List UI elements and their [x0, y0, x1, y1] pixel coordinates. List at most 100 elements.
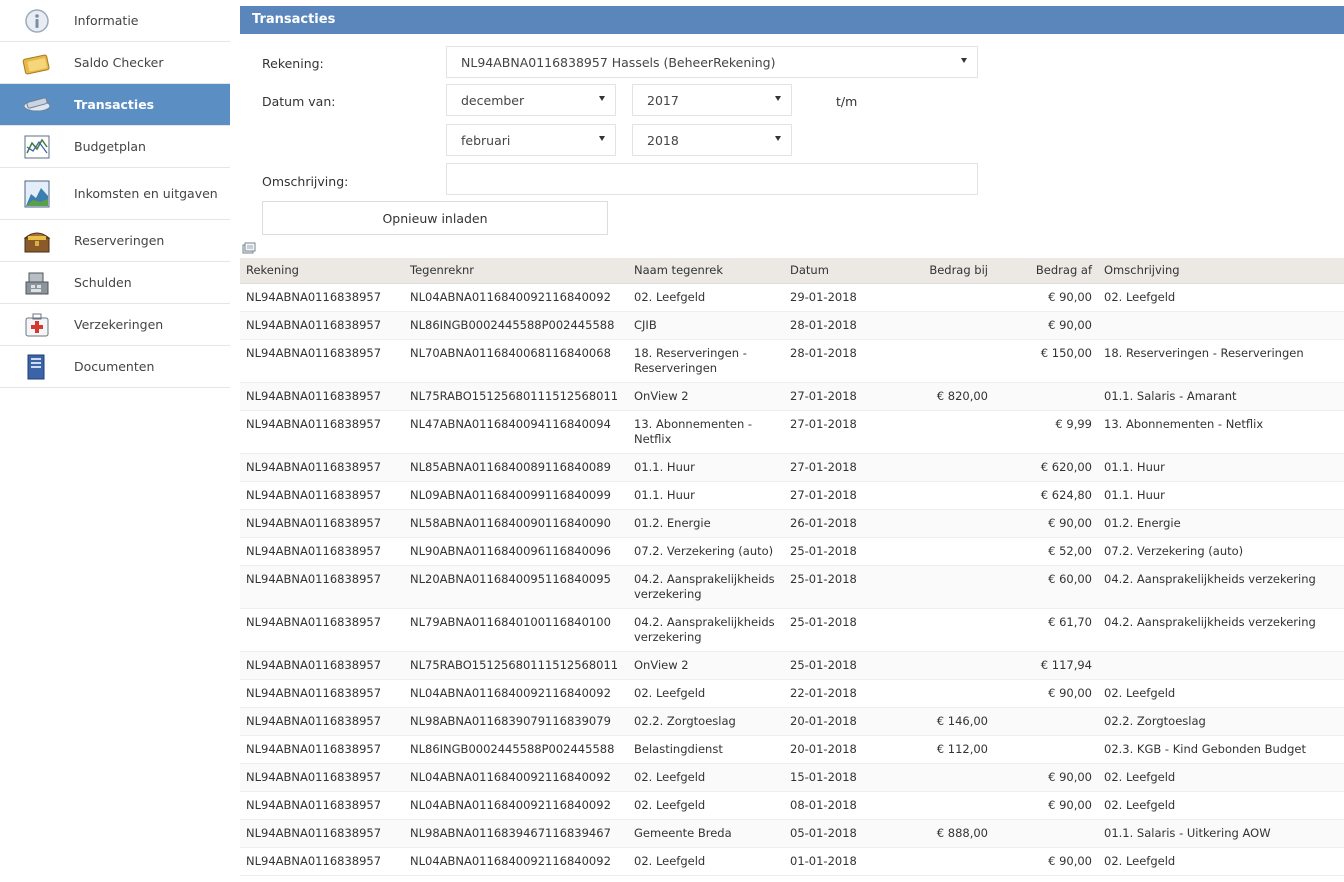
documents-icon: [20, 352, 54, 382]
cell-datum: 20-01-2018: [784, 707, 884, 736]
sidebar-item-saldo-checker[interactable]: Saldo Checker: [0, 42, 230, 84]
cell-rekening: NL94ABNA0116838957: [240, 847, 404, 876]
to-year-select[interactable]: 2018: [632, 124, 792, 156]
table-row[interactable]: NL94ABNA0116838957 NL04ABNA01168400921168…: [240, 283, 1344, 312]
cell-omschrijving: 02. Leefgeld: [1098, 791, 1344, 820]
cell-tegenreknr: NL04ABNA0116840092116840092: [404, 763, 628, 792]
table-row[interactable]: NL94ABNA0116838957 NL04ABNA01168400921168…: [240, 791, 1344, 820]
to-month-value: februari: [461, 132, 511, 148]
cell-rekening: NL94ABNA0116838957: [240, 481, 404, 510]
from-year-select[interactable]: 2017: [632, 84, 792, 116]
column-header-rekening[interactable]: Rekening: [240, 258, 404, 284]
table-row[interactable]: NL94ABNA0116838957 NL09ABNA01168400991168…: [240, 481, 1344, 510]
sidebar-item-transacties[interactable]: Transacties: [0, 84, 230, 126]
sidebar-item-schulden[interactable]: Schulden: [0, 262, 230, 304]
chevron-down-icon: [775, 96, 781, 101]
cell-omschrijving: 01.1. Huur: [1098, 481, 1344, 510]
sidebar-item-reserveringen[interactable]: Reserveringen: [0, 220, 230, 262]
chevron-down-icon: [775, 136, 781, 141]
table-row[interactable]: NL94ABNA0116838957 NL04ABNA01168400921168…: [240, 847, 1344, 876]
cell-datum: 28-01-2018: [784, 311, 884, 340]
cell-bedrag-af: [994, 819, 1098, 848]
cell-naam-tegenrek: 13. Abonnementen - Netflix: [628, 410, 784, 454]
sidebar-item-budgetplan[interactable]: Budgetplan: [0, 126, 230, 168]
reload-button[interactable]: Opnieuw inladen: [262, 201, 608, 235]
table-row[interactable]: NL94ABNA0116838957 NL86INGB0002445588P002…: [240, 735, 1344, 764]
cell-datum: 01-01-2018: [784, 847, 884, 876]
cell-rekening: NL94ABNA0116838957: [240, 410, 404, 454]
cell-omschrijving: [1098, 311, 1344, 340]
cell-bedrag-af: € 60,00: [994, 565, 1098, 609]
cell-bedrag-bij: [884, 651, 994, 680]
cell-bedrag-af: € 9,99: [994, 410, 1098, 454]
sidebar-item-label: Documenten: [74, 359, 155, 374]
table-row[interactable]: NL94ABNA0116838957 NL98ABNA01168390791168…: [240, 707, 1344, 736]
table-row[interactable]: NL94ABNA0116838957 NL20ABNA01168400951168…: [240, 565, 1344, 609]
column-header-bedrag-bij[interactable]: Bedrag bij: [884, 258, 994, 284]
cell-bedrag-bij: [884, 537, 994, 566]
panel-title: Transacties: [240, 6, 1344, 34]
cell-bedrag-af: € 90,00: [994, 311, 1098, 340]
cell-datum: 27-01-2018: [784, 453, 884, 482]
cell-naam-tegenrek: 01.2. Energie: [628, 509, 784, 538]
cell-naam-tegenrek: 18. Reserveringen - Reserveringen: [628, 339, 784, 383]
cell-rekening: NL94ABNA0116838957: [240, 819, 404, 848]
column-header-naam-tegenrek[interactable]: Naam tegenrek: [628, 258, 784, 284]
cell-bedrag-af: € 90,00: [994, 847, 1098, 876]
cell-tegenreknr: NL04ABNA0116840092116840092: [404, 791, 628, 820]
rekening-select[interactable]: NL94ABNA0116838957 Hassels (BeheerRekeni…: [446, 46, 978, 78]
cell-rekening: NL94ABNA0116838957: [240, 735, 404, 764]
table-row[interactable]: NL94ABNA0116838957 NL90ABNA01168400961168…: [240, 537, 1344, 566]
cell-omschrijving: 02.2. Zorgtoeslag: [1098, 707, 1344, 736]
table-row[interactable]: NL94ABNA0116838957 NL70ABNA01168400681168…: [240, 339, 1344, 383]
table-row[interactable]: NL94ABNA0116838957 NL04ABNA01168400921168…: [240, 679, 1344, 708]
sidebar-item-documenten[interactable]: Documenten: [0, 346, 230, 388]
budget-chart-icon: [20, 132, 54, 162]
column-header-omschrijving[interactable]: Omschrijving: [1098, 258, 1344, 284]
sidebar-item-label: Budgetplan: [74, 139, 146, 154]
table-row[interactable]: NL94ABNA0116838957 NL85ABNA01168400891168…: [240, 453, 1344, 482]
omschrijving-input[interactable]: [446, 163, 978, 195]
to-year-value: 2018: [647, 132, 679, 148]
chevron-down-icon: [599, 96, 605, 101]
sidebar-item-verzekeringen[interactable]: Verzekeringen: [0, 304, 230, 346]
cell-datum: 29-01-2018: [784, 283, 884, 312]
cell-bedrag-bij: [884, 791, 994, 820]
cell-rekening: NL94ABNA0116838957: [240, 608, 404, 652]
cell-naam-tegenrek: 04.2. Aansprakelijkheids verzekering: [628, 565, 784, 609]
cell-naam-tegenrek: OnView 2: [628, 382, 784, 411]
table-row[interactable]: NL94ABNA0116838957 NL04ABNA01168400921168…: [240, 763, 1344, 792]
table-row[interactable]: NL94ABNA0116838957 NL98ABNA01168394671168…: [240, 819, 1344, 848]
table-row[interactable]: NL94ABNA0116838957 NL86INGB0002445588P002…: [240, 311, 1344, 340]
sidebar: Informatie Saldo Checker Transacties Bud…: [0, 0, 230, 388]
cell-datum: 25-01-2018: [784, 608, 884, 652]
cell-omschrijving: 02.3. KGB - Kind Gebonden Budget: [1098, 735, 1344, 764]
cell-datum: 22-01-2018: [784, 679, 884, 708]
table-row[interactable]: NL94ABNA0116838957 NL75RABO15125680111512…: [240, 382, 1344, 411]
cell-naam-tegenrek: 01.1. Huur: [628, 481, 784, 510]
from-month-select[interactable]: december: [446, 84, 616, 116]
cell-bedrag-af: € 620,00: [994, 453, 1098, 482]
table-row[interactable]: NL94ABNA0116838957 NL75RABO15125680111512…: [240, 651, 1344, 680]
cell-naam-tegenrek: OnView 2: [628, 651, 784, 680]
cell-tegenreknr: NL79ABNA0116840100116840100: [404, 608, 628, 652]
table-row[interactable]: NL94ABNA0116838957 NL58ABNA01168400901168…: [240, 509, 1344, 538]
cell-tegenreknr: NL98ABNA0116839467116839467: [404, 819, 628, 848]
cell-bedrag-bij: [884, 311, 994, 340]
export-icon[interactable]: [242, 242, 256, 254]
column-header-tegenreknr[interactable]: Tegenreknr: [404, 258, 628, 284]
cell-omschrijving: 02. Leefgeld: [1098, 847, 1344, 876]
sidebar-item-informatie[interactable]: Informatie: [0, 0, 230, 42]
wallet-icon: [20, 48, 54, 78]
table-row[interactable]: NL94ABNA0116838957 NL47ABNA01168400941168…: [240, 410, 1344, 454]
cell-bedrag-bij: € 888,00: [884, 819, 994, 848]
cell-omschrijving: 07.2. Verzekering (auto): [1098, 537, 1344, 566]
rekening-select-value: NL94ABNA0116838957 Hassels (BeheerRekeni…: [461, 54, 776, 70]
sidebar-item-inkomsten-uitgaven[interactable]: Inkomsten en uitgaven: [0, 168, 230, 220]
table-row[interactable]: NL94ABNA0116838957 NL79ABNA01168401001168…: [240, 608, 1344, 652]
column-header-datum[interactable]: Datum: [784, 258, 884, 284]
cell-tegenreknr: NL85ABNA0116840089116840089: [404, 453, 628, 482]
column-header-bedrag-af[interactable]: Bedrag af: [994, 258, 1098, 284]
to-month-select[interactable]: februari: [446, 124, 616, 156]
cell-rekening: NL94ABNA0116838957: [240, 679, 404, 708]
